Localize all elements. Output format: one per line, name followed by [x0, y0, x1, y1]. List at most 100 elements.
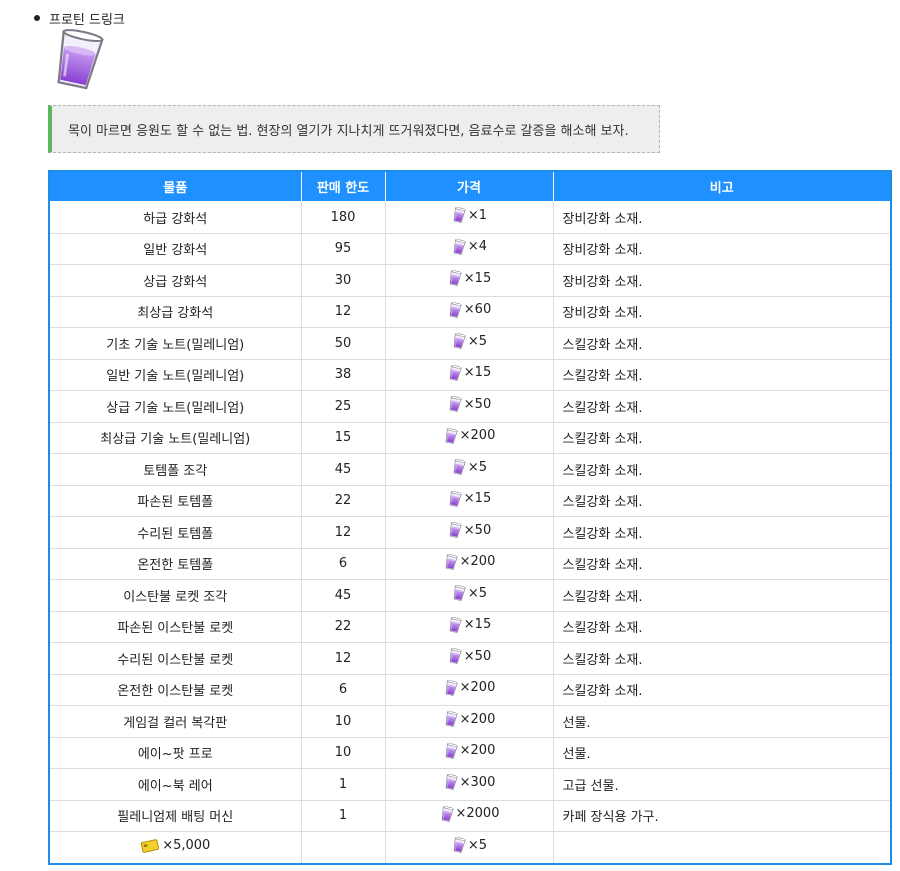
item-name-cell: 이스탄불 로켓 조각 [48, 579, 302, 612]
item-name-cell: 하급 강화석 [48, 201, 302, 234]
table-row: 수리된 토템폴 12 ×50 스킬강화 소재. [48, 516, 892, 549]
protein-drink-cup-icon [443, 774, 459, 790]
protein-drink-cup-icon [447, 302, 463, 318]
price-value: ×200 [459, 711, 496, 727]
price-cell: ×5 [384, 327, 554, 360]
protein-drink-cup-icon [443, 743, 459, 759]
item-name: 에이~팟 프로 [137, 747, 213, 763]
limit-cell: 6 [300, 673, 386, 706]
item-name: 온전한 토템폴 [137, 558, 214, 574]
item-title: 프로틴 드링크 [49, 12, 125, 28]
item-name: 기초 기술 노트(밀레니엄) [106, 337, 245, 353]
item-name-cell: 상급 강화석 [48, 264, 302, 297]
price-cell: ×50 [384, 642, 554, 675]
note-cell: 장비강화 소재. [552, 264, 892, 297]
table-row: 토템폴 조각 45 ×5 스킬강화 소재. [48, 453, 892, 486]
table-header-row: 물품 판매 한도 가격 비고 [49, 171, 891, 202]
note-cell: 스킬강화 소재. [552, 390, 892, 423]
credit-ticket-icon [141, 838, 160, 853]
note-cell: 선물. [552, 736, 892, 769]
protein-drink-cup-icon [443, 680, 459, 696]
protein-drink-cup-icon [451, 837, 467, 853]
limit-cell: 50 [300, 327, 386, 360]
price-value: ×5 [467, 837, 488, 853]
table-row: 최상급 기술 노트(밀레니엄) 15 ×200 스킬강화 소재. [48, 421, 892, 454]
price-value: ×1 [467, 207, 488, 223]
item-name: 일반 기술 노트(밀레니엄) [106, 369, 245, 385]
item-name: 토템폴 조각 [143, 463, 208, 479]
price-cell: ×200 [384, 421, 554, 454]
limit-cell: 30 [300, 264, 386, 297]
price-cell: ×15 [384, 264, 554, 297]
note-cell: 스킬강화 소재. [552, 358, 892, 391]
note-cell: 스킬강화 소재. [552, 642, 892, 675]
price-value: ×2000 [455, 806, 500, 822]
protein-drink-cup-icon [451, 585, 467, 601]
note-cell: 선물. [552, 705, 892, 738]
protein-drink-cup-icon [447, 617, 463, 633]
price-value: ×15 [463, 617, 492, 633]
note-cell: 장비강화 소재. [552, 295, 892, 328]
table-row: 파손된 토템폴 22 ×15 스킬강화 소재. [48, 484, 892, 517]
item-name-cell: 수리된 이스탄불 로켓 [48, 642, 302, 675]
price-value: ×4 [467, 239, 488, 255]
item-name-cell: 파손된 이스탄불 로켓 [48, 610, 302, 643]
table-row: 상급 기술 노트(밀레니엄) 25 ×50 스킬강화 소재. [48, 390, 892, 423]
limit-cell: 45 [300, 579, 386, 612]
price-value: ×50 [463, 396, 492, 412]
price-value: ×15 [463, 270, 492, 286]
item-name-cell: 토템폴 조각 [48, 453, 302, 486]
protein-drink-cup-icon [447, 522, 463, 538]
protein-drink-cup-icon [447, 491, 463, 507]
note-cell: 스킬강화 소재. [552, 673, 892, 706]
price-cell: ×5 [384, 579, 554, 612]
item-name: ×5,000 [162, 838, 211, 853]
item-name-cell: 에이~북 레어 [48, 768, 302, 801]
item-name: 최상급 기술 노트(밀레니엄) [100, 432, 251, 448]
header-note: 비고 [552, 171, 891, 202]
price-value: ×50 [463, 648, 492, 664]
table-row: 하급 강화석 180 ×1 장비강화 소재. [48, 201, 892, 234]
item-name-cell: 최상급 기술 노트(밀레니엄) [48, 421, 302, 454]
item-name-cell: 필레니엄제 배팅 머신 [48, 799, 302, 832]
item-name: 일반 강화석 [143, 243, 208, 259]
limit-cell: 45 [300, 453, 386, 486]
item-heading: 프로틴 드링크 [34, 8, 125, 28]
limit-cell: 25 [300, 390, 386, 423]
price-cell: ×50 [384, 516, 554, 549]
item-name: 상급 기술 노트(밀레니엄) [106, 400, 245, 416]
table-row: ×5,000 ×5 [48, 831, 892, 864]
price-cell: ×50 [384, 390, 554, 423]
price-cell: ×60 [384, 295, 554, 328]
note-cell: 스킬강화 소재. [552, 421, 892, 454]
limit-cell: 22 [300, 484, 386, 517]
price-value: ×200 [459, 428, 496, 444]
price-value: ×5 [467, 459, 488, 475]
price-value: ×15 [463, 365, 492, 381]
note-cell: 카페 장식용 가구. [552, 799, 892, 832]
price-value: ×5 [467, 585, 488, 601]
note-cell [552, 831, 892, 864]
table-row: 최상급 강화석 12 ×60 장비강화 소재. [48, 295, 892, 328]
item-name: 이스탄불 로켓 조각 [123, 589, 228, 605]
item-name-cell: 기초 기술 노트(밀레니엄) [48, 327, 302, 360]
price-value: ×200 [459, 554, 496, 570]
price-cell: ×1 [384, 201, 554, 234]
item-name: 에이~북 레어 [137, 778, 213, 794]
table-row: 수리된 이스탄불 로켓 12 ×50 스킬강화 소재. [48, 642, 892, 675]
item-name: 최상급 강화석 [137, 306, 214, 322]
limit-cell: 10 [300, 705, 386, 738]
price-cell: ×2000 [384, 799, 554, 832]
table-row: 에이~북 레어 1 ×300 고급 선물. [48, 768, 892, 801]
item-name-cell: 수리된 토템폴 [48, 516, 302, 549]
price-value: ×60 [463, 302, 492, 318]
note-cell: 스킬강화 소재. [552, 327, 892, 360]
limit-cell [300, 831, 386, 864]
limit-cell: 1 [300, 768, 386, 801]
price-cell: ×15 [384, 484, 554, 517]
shop-table: 물품 판매 한도 가격 비고 하급 강화석 180 ×1 장비강화 소재. 일반 강화석… [48, 170, 892, 865]
item-name-cell: 에이~팟 프로 [48, 736, 302, 769]
item-name: 게임걸 컬러 복각판 [123, 715, 228, 731]
note-cell: 스킬강화 소재. [552, 579, 892, 612]
item-name: 온전한 이스탄불 로켓 [117, 684, 234, 700]
